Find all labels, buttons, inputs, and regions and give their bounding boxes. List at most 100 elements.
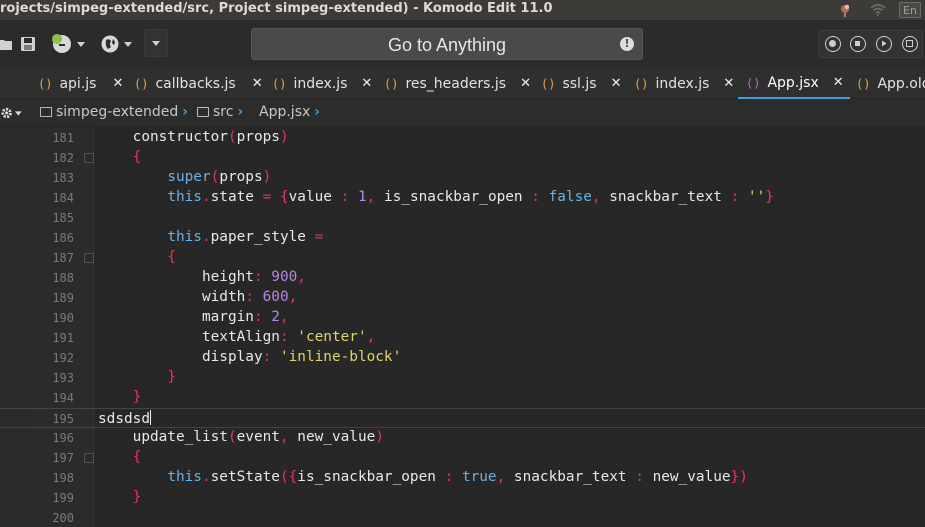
code-text: width: 600, (98, 289, 298, 305)
breadcrumb-label: simpeg-extended (56, 104, 179, 120)
line-number: 188 (52, 271, 74, 285)
code-line[interactable]: 200 (0, 508, 925, 527)
code-line[interactable]: 192 display: 'inline-block' (0, 348, 925, 368)
line-number: 196 (52, 431, 74, 445)
code-text: } (132, 389, 142, 405)
js-file-icon: () (634, 76, 649, 91)
line-number: 182 (52, 151, 74, 165)
line-number: 184 (52, 191, 74, 205)
code-text: display: 'inline-block' (98, 349, 402, 365)
close-icon[interactable]: ✕ (361, 76, 372, 91)
code-line[interactable]: 196 update_list(event, new_value) (0, 428, 925, 448)
code-text: super(props) (167, 169, 272, 185)
code-line[interactable]: 198 this.setState({is_snackbar_open : tr… (0, 468, 925, 488)
code-editor[interactable]: 181 constructor(props) 182 {183 super(pro… (0, 127, 925, 527)
code-line[interactable]: 190 margin: 2, (0, 308, 925, 328)
save-icon[interactable] (19, 35, 37, 53)
open-file-icon[interactable] (0, 36, 12, 52)
line-number: 200 (52, 511, 74, 525)
tab-app-old[interactable]: () App.old (856, 68, 925, 99)
code-line[interactable]: 199 } (0, 488, 925, 508)
tab-label: App.jsx (767, 74, 819, 91)
file-tabs: () api.js ✕ () callbacks.js ✕ () index.j… (0, 68, 925, 99)
js-file-icon: () (856, 76, 871, 91)
go-to-anything-button[interactable]: Go to Anything ! (251, 28, 643, 60)
close-icon[interactable]: ✕ (611, 76, 622, 91)
tab-ssl-js[interactable]: () ssl.js ✕ (541, 68, 621, 99)
line-number: 185 (52, 211, 74, 225)
line-number: 195 (52, 412, 74, 426)
code-line[interactable]: 181 constructor(props) (0, 128, 925, 148)
chevron-down-icon (152, 40, 160, 46)
breadcrumb-item-src[interactable]: src › (197, 104, 243, 120)
tab-label: ssl.js (562, 75, 597, 92)
code-text: { (167, 249, 176, 265)
record-macro-icon[interactable] (825, 36, 841, 52)
browser-chevron-down-icon[interactable] (124, 40, 132, 48)
code-line[interactable]: 191 textAlign: 'center', (0, 328, 925, 348)
chevron-right-icon: › (182, 104, 189, 120)
code-text: this.paper_style = (167, 229, 324, 245)
notification-icon[interactable] (836, 0, 854, 20)
breadcrumb-item-project[interactable]: simpeg-extended › (40, 104, 188, 120)
tab-callbacks-js[interactable]: () callbacks.js ✕ (134, 68, 263, 99)
code-line[interactable]: 194 } (0, 388, 925, 408)
save-macro-icon[interactable] (902, 36, 918, 52)
line-number: 181 (52, 131, 74, 145)
stop-macro-icon[interactable] (850, 36, 866, 52)
tab-label: index.js (655, 75, 710, 92)
fold-toggle-icon[interactable] (84, 153, 94, 163)
tab-api-js[interactable]: () api.js ✕ (38, 68, 123, 99)
code-line[interactable]: 197 { (0, 448, 925, 468)
toolbar-menu-button[interactable] (144, 29, 168, 57)
code-line[interactable]: 193 } (0, 368, 925, 388)
code-text: } (132, 489, 142, 505)
code-text: textAlign: 'center', (98, 329, 376, 345)
code-text: margin: 2, (98, 309, 289, 325)
code-line[interactable]: 195 sdsdsd (0, 408, 925, 428)
line-number: 187 (52, 251, 74, 265)
code-line[interactable]: 185 (0, 208, 925, 228)
history-chevron-down-icon[interactable] (77, 40, 85, 48)
line-number: 190 (52, 311, 74, 325)
tab-res-headers-js[interactable]: () res_headers.js ✕ (384, 68, 531, 99)
tab-label: index.js (293, 75, 348, 92)
close-icon[interactable]: ✕ (723, 76, 734, 91)
fold-toggle-icon[interactable] (84, 253, 94, 263)
line-number: 199 (52, 491, 74, 505)
breadcrumb-item-file[interactable]: App.jsx › (259, 104, 320, 120)
chevron-right-icon: › (314, 104, 321, 120)
close-icon[interactable]: ✕ (520, 76, 531, 91)
code-line[interactable]: 188 height: 900, (0, 268, 925, 288)
wifi-icon[interactable] (869, 0, 887, 20)
code-text: sdsdsd (98, 410, 151, 427)
browser-preview-icon[interactable] (100, 34, 120, 54)
fold-toggle-icon[interactable] (84, 453, 94, 463)
macro-controls (818, 30, 923, 58)
code-text: { (132, 149, 142, 165)
keyboard-language-indicator[interactable]: En (899, 2, 921, 18)
code-line[interactable]: 182 { (0, 148, 925, 168)
breadcrumb: simpeg-extended › src › App.jsx › (0, 99, 925, 127)
info-icon[interactable]: ! (620, 37, 634, 51)
code-line[interactable]: 183 super(props) (0, 168, 925, 188)
history-icon[interactable] (49, 33, 75, 55)
tab-index-js[interactable]: () index.js ✕ (272, 68, 372, 99)
tab-label: App.old (877, 75, 925, 92)
tab-index-js-2[interactable]: () index.js ✕ (634, 68, 734, 99)
gear-icon[interactable] (0, 105, 22, 121)
close-icon[interactable]: ✕ (833, 75, 844, 90)
code-line[interactable]: 187 { (0, 248, 925, 268)
breadcrumb-label: App.jsx (259, 104, 311, 120)
code-line[interactable]: 186 this.paper_style = (0, 228, 925, 248)
tab-app-jsx[interactable]: ⟨⟩ App.jsx ✕ (738, 68, 850, 99)
play-macro-icon[interactable] (876, 36, 892, 52)
close-icon[interactable]: ✕ (252, 76, 263, 91)
close-icon[interactable]: ✕ (112, 76, 123, 91)
code-text: this.state = {value : 1, is_snackbar_ope… (167, 189, 774, 205)
line-number: 192 (52, 351, 74, 365)
code-line[interactable]: 189 width: 600, (0, 288, 925, 308)
code-text: update_list(event, new_value) (98, 429, 384, 445)
code-line[interactable]: 184 this.state = {value : 1, is_snackbar… (0, 188, 925, 208)
line-number: 183 (52, 171, 74, 185)
